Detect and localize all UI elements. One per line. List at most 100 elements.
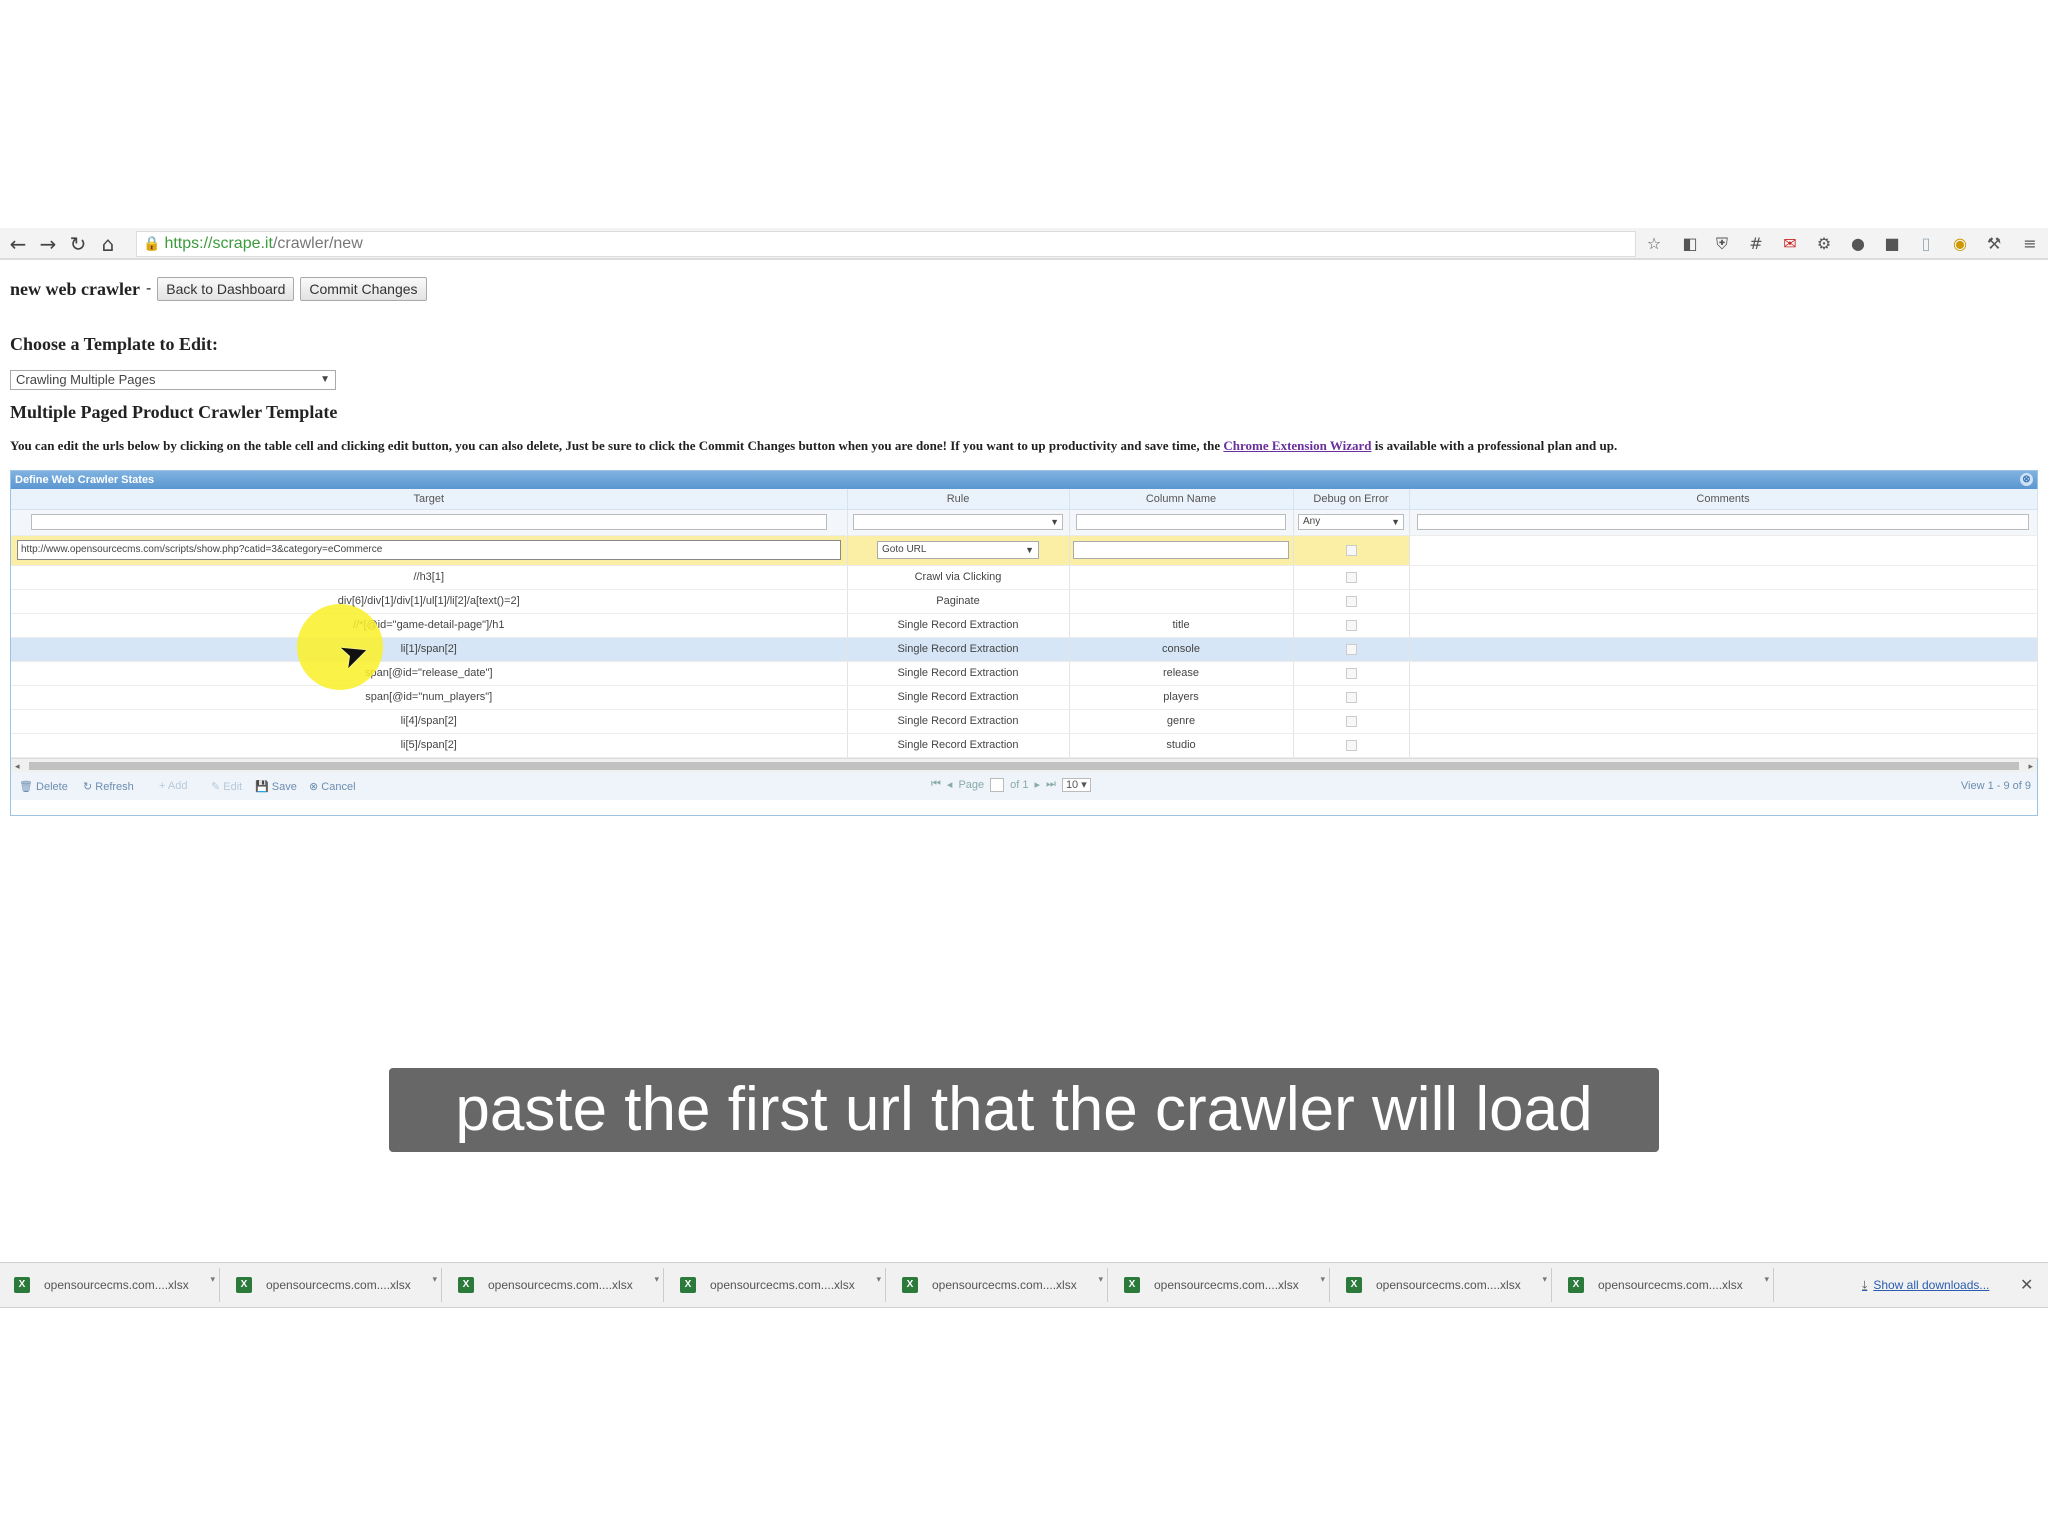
first-page-icon[interactable]: ⏮ (931, 778, 941, 791)
download-item[interactable]: Xopensourcecms.com....xlsx ▾ (446, 1268, 664, 1302)
download-menu-icon[interactable]: ▾ (876, 1274, 881, 1285)
download-menu-icon[interactable]: ▾ (654, 1274, 659, 1285)
cell-target[interactable]: //*[@id="game-detail-page"]/h1 (11, 613, 848, 638)
debug-checkbox[interactable] (1345, 667, 1357, 679)
cell-comments[interactable] (1409, 709, 2038, 734)
download-menu-icon[interactable]: ▾ (1764, 1274, 1769, 1285)
filter-debug-select[interactable]: Any ▼ (1298, 514, 1404, 530)
cell-column-name[interactable]: genre (1069, 709, 1294, 734)
cell-debug[interactable] (1293, 733, 1410, 758)
filter-rule-select[interactable]: ▼ (853, 514, 1063, 530)
column-header-target[interactable]: Target (11, 489, 848, 510)
cell-comments[interactable] (1409, 733, 2038, 758)
cell-column-name[interactable]: title (1069, 613, 1294, 638)
cell-comments[interactable] (1409, 565, 2038, 590)
gear-extension-icon[interactable]: ⚙ (1814, 234, 1834, 254)
refresh-button[interactable]: ↻ Refresh (83, 780, 134, 793)
cell-target[interactable]: //h3[1] (11, 565, 848, 590)
cell-debug[interactable] (1293, 613, 1410, 638)
download-item[interactable]: Xopensourcecms.com....xlsx ▾ (890, 1268, 1108, 1302)
table-row[interactable]: //h3[1] Crawl via Clicking (11, 565, 2038, 590)
close-downloads-icon[interactable]: ✕ (2020, 1275, 2033, 1295)
commit-changes-button[interactable]: Commit Changes (300, 277, 427, 301)
debug-checkbox[interactable] (1345, 619, 1357, 631)
download-item[interactable]: Xopensourcecms.com....xlsx ▾ (1556, 1268, 1774, 1302)
debug-checkbox[interactable] (1345, 595, 1357, 607)
debug-checkbox[interactable] (1345, 715, 1357, 727)
cell-target[interactable]: span[@id="num_players"] (11, 685, 848, 710)
debug-checkbox[interactable] (1345, 691, 1357, 703)
download-item[interactable]: Xopensourcecms.com....xlsx ▾ (224, 1268, 442, 1302)
cell-column-name[interactable]: release (1069, 661, 1294, 686)
cell-column-name[interactable]: studio (1069, 733, 1294, 758)
shield-icon[interactable]: ⛨ (1712, 234, 1732, 254)
download-menu-icon[interactable]: ▾ (432, 1274, 437, 1285)
cell-rule[interactable]: Single Record Extraction (847, 637, 1070, 662)
table-row[interactable]: li[5]/span[2] Single Record Extraction stu… (11, 733, 2038, 758)
cell-rule[interactable]: Single Record Extraction (847, 661, 1070, 686)
cell-debug[interactable] (1293, 589, 1410, 614)
column-header-debug[interactable]: Debug on Error (1293, 489, 1410, 510)
filter-comments-input[interactable] (1417, 514, 2029, 530)
reload-icon[interactable]: ↻ (66, 232, 90, 256)
chrome-extension-wizard-link[interactable]: Chrome Extension Wizard (1223, 438, 1371, 453)
cell-comments[interactable] (1409, 685, 2038, 710)
back-to-dashboard-button[interactable]: Back to Dashboard (157, 277, 295, 301)
debug-checkbox[interactable] (1345, 544, 1357, 556)
cell-rule[interactable]: Crawl via Clicking (847, 565, 1070, 590)
table-row[interactable]: span[@id="num_players"] Single Record Ext… (11, 685, 2038, 710)
extension-icon[interactable]: ◧ (1680, 234, 1700, 254)
column-name-input[interactable] (1073, 541, 1289, 559)
download-item[interactable]: Xopensourcecms.com....xlsx ▾ (1112, 1268, 1330, 1302)
cell-column-name[interactable] (1069, 565, 1294, 590)
delete-button[interactable]: 🗑 Delete (19, 780, 68, 793)
cell-comments[interactable] (1409, 589, 2038, 614)
edit-cell-comments[interactable] (1409, 535, 2038, 566)
address-bar[interactable]: 🔒 https://scrape.it/crawler/new (136, 231, 1636, 257)
edit-button[interactable]: ✎ Edit (211, 780, 242, 793)
scrollbar-thumb[interactable] (29, 761, 2019, 770)
target-url-input[interactable]: http://www.opensourcecms.com/scripts/sho… (17, 540, 841, 560)
cell-rule[interactable]: Single Record Extraction (847, 709, 1070, 734)
cell-comments[interactable] (1409, 637, 2038, 662)
page-size-select[interactable]: 10 ▾ (1061, 777, 1091, 792)
chrome-extension-icon[interactable]: ◉ (1950, 234, 1970, 254)
download-menu-icon[interactable]: ▾ (1542, 1274, 1547, 1285)
back-arrow-icon[interactable]: ← (6, 232, 30, 256)
column-header-column-name[interactable]: Column Name (1069, 489, 1294, 510)
download-menu-icon[interactable]: ▾ (210, 1274, 215, 1285)
filter-column-input[interactable] (1076, 514, 1286, 530)
wrench-icon[interactable]: ⚒ (1984, 234, 2004, 254)
download-item[interactable]: Xopensourcecms.com....xlsx ▾ (1334, 1268, 1552, 1302)
cell-target[interactable]: span[@id="release_date"] (11, 661, 848, 686)
cell-rule[interactable]: Single Record Extraction (847, 685, 1070, 710)
template-select[interactable]: Crawling Multiple Pages ▼ (10, 370, 336, 390)
collapse-grid-icon[interactable]: ⊗ (2020, 473, 2033, 486)
cell-debug[interactable] (1293, 637, 1410, 662)
table-row[interactable]: li[4]/span[2] Single Record Extraction gen… (11, 709, 2038, 734)
cell-column-name[interactable]: players (1069, 685, 1294, 710)
scroll-left-icon[interactable]: ◂ (15, 759, 20, 773)
page-number-input[interactable] (990, 777, 1005, 792)
cell-column-name[interactable]: console (1069, 637, 1294, 662)
grid-extension-icon[interactable]: # (1746, 234, 1766, 254)
cell-rule[interactable]: Paginate (847, 589, 1070, 614)
debug-checkbox[interactable] (1345, 571, 1357, 583)
scroll-right-icon[interactable]: ▸ (2028, 759, 2033, 773)
last-page-icon[interactable]: ⏭ (1046, 778, 1056, 791)
download-menu-icon[interactable]: ▾ (1320, 1274, 1325, 1285)
table-row[interactable]: div[6]/div[1]/div[1]/ul[1]/li[2]/a[text(… (11, 589, 2038, 614)
save-button[interactable]: 💾 Save (255, 780, 297, 793)
cell-target[interactable]: li[4]/span[2] (11, 709, 848, 734)
cell-comments[interactable] (1409, 613, 2038, 638)
cell-rule[interactable]: Single Record Extraction (847, 613, 1070, 638)
menu-icon[interactable]: ≡ (2020, 234, 2040, 254)
column-header-comments[interactable]: Comments (1409, 489, 2038, 510)
bookmark-star-icon[interactable]: ☆ (1644, 234, 1664, 254)
mail-icon[interactable]: ✉ (1780, 234, 1800, 254)
filter-target-input[interactable] (30, 514, 827, 530)
cell-debug[interactable] (1293, 661, 1410, 686)
column-header-rule[interactable]: Rule (847, 489, 1070, 510)
rule-select[interactable]: Goto URL ▼ (877, 541, 1039, 559)
debug-checkbox[interactable] (1345, 643, 1357, 655)
